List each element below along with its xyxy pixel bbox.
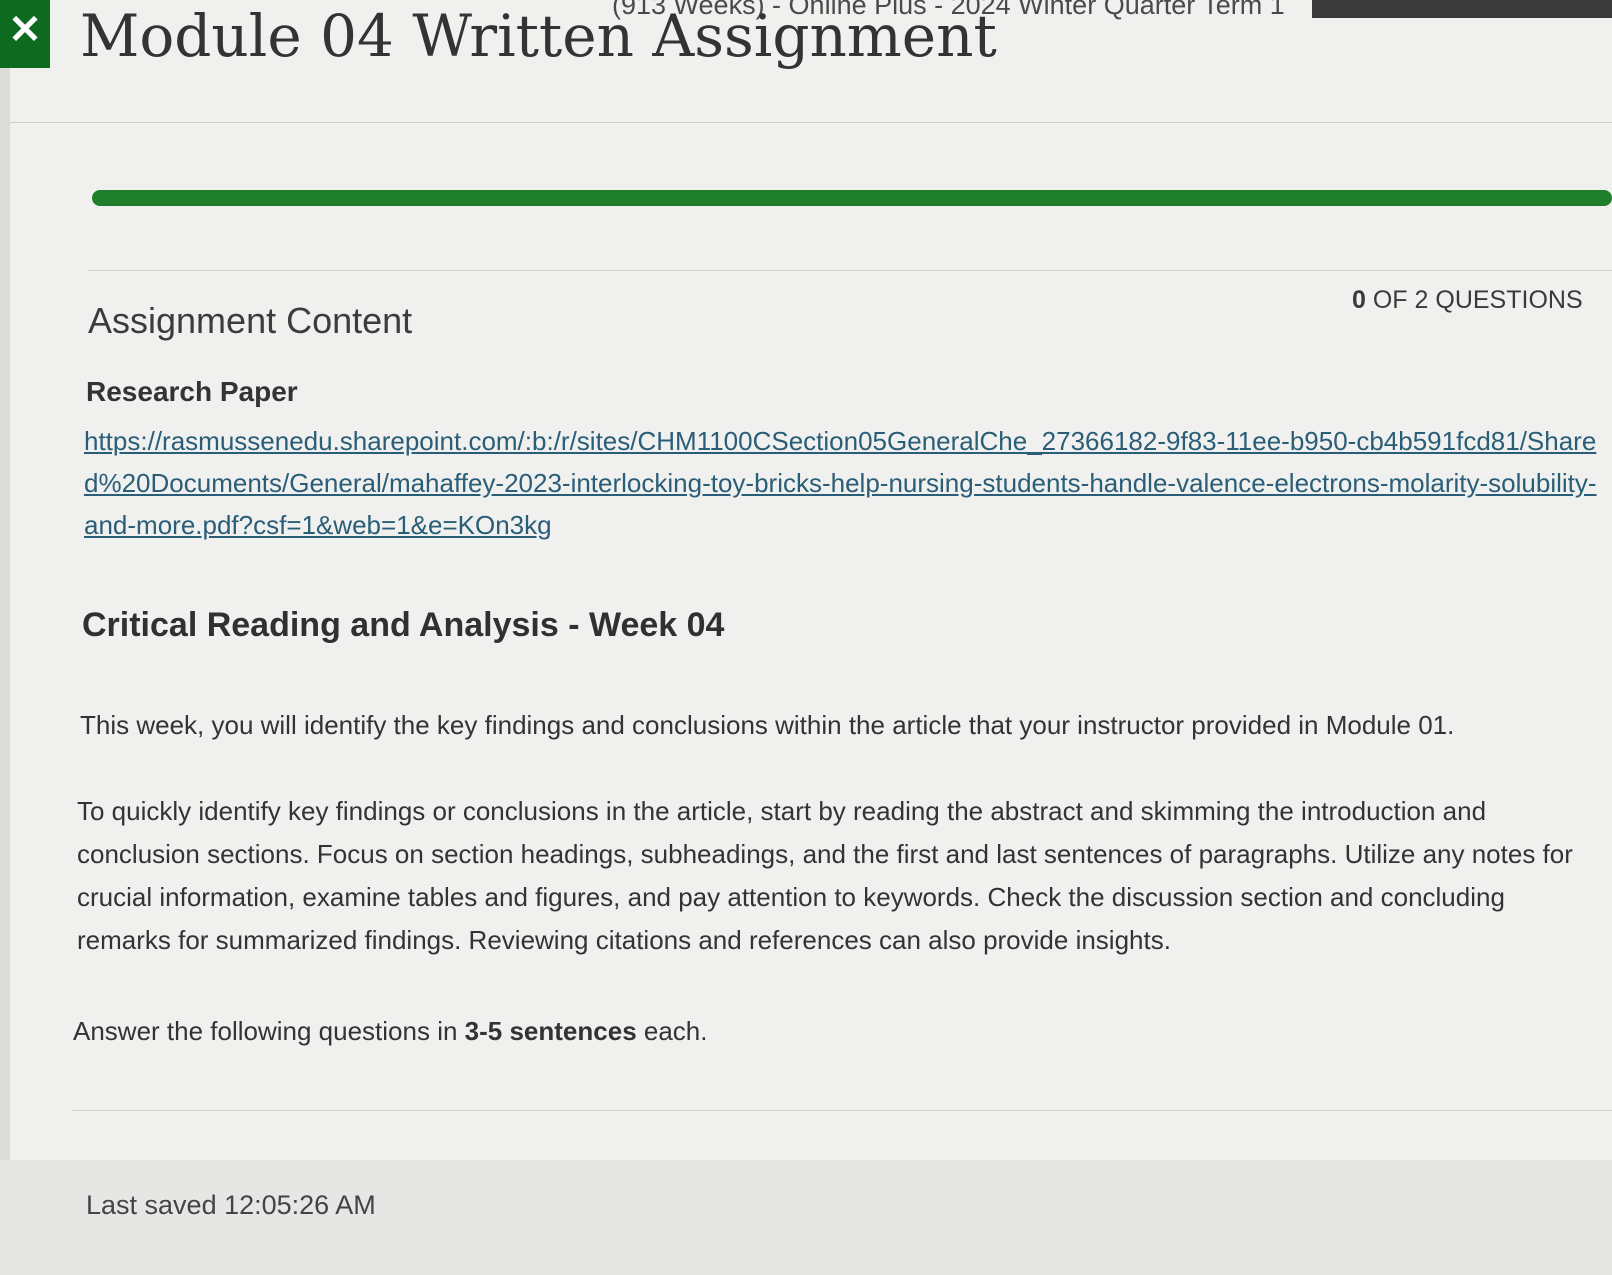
research-paper-link[interactable]: https://rasmussenedu.sharepoint.com/:b:/… <box>84 420 1604 546</box>
progress-bar-fill <box>92 190 1612 206</box>
section-heading: Assignment Content <box>88 300 413 341</box>
close-icon[interactable]: ✕ <box>0 0 50 68</box>
questions-total-text: OF 2 QUESTIONS <box>1372 286 1583 314</box>
assignment-page: ✕ (913 Weeks) - Online Plus - 2024 Winte… <box>0 0 1612 1275</box>
last-saved-status: Last saved 12:05:26 AM <box>86 1190 376 1220</box>
instruction-paragraph-2: To quickly identify key findings or conc… <box>77 796 1573 955</box>
instruction-paragraph-3: Answer the following questions in 3-5 se… <box>73 1010 707 1053</box>
title-divider <box>10 122 1612 123</box>
research-paper-label: Research Paper <box>86 376 298 407</box>
progress-bar <box>92 190 1612 206</box>
instruction-suffix: each. <box>636 1016 708 1046</box>
sentence-count-requirement: 3-5 sentences <box>464 1016 637 1046</box>
questions-answered-count: 0 <box>1352 286 1366 314</box>
left-edge-panel <box>0 68 10 1275</box>
instruction-paragraph-1: This week, you will identify the key fin… <box>80 710 1455 740</box>
week-heading: Critical Reading and Analysis - Week 04 <box>82 606 725 644</box>
content-divider <box>72 1110 1612 1111</box>
page-title: Module 04 Written Assignment <box>80 2 997 70</box>
progress-divider <box>88 270 1612 271</box>
instruction-prefix: Answer the following questions in <box>73 1016 465 1046</box>
questions-progress-label: 0 OF 2 QUESTIONS <box>1352 286 1583 315</box>
top-bar-strip <box>1312 0 1612 18</box>
